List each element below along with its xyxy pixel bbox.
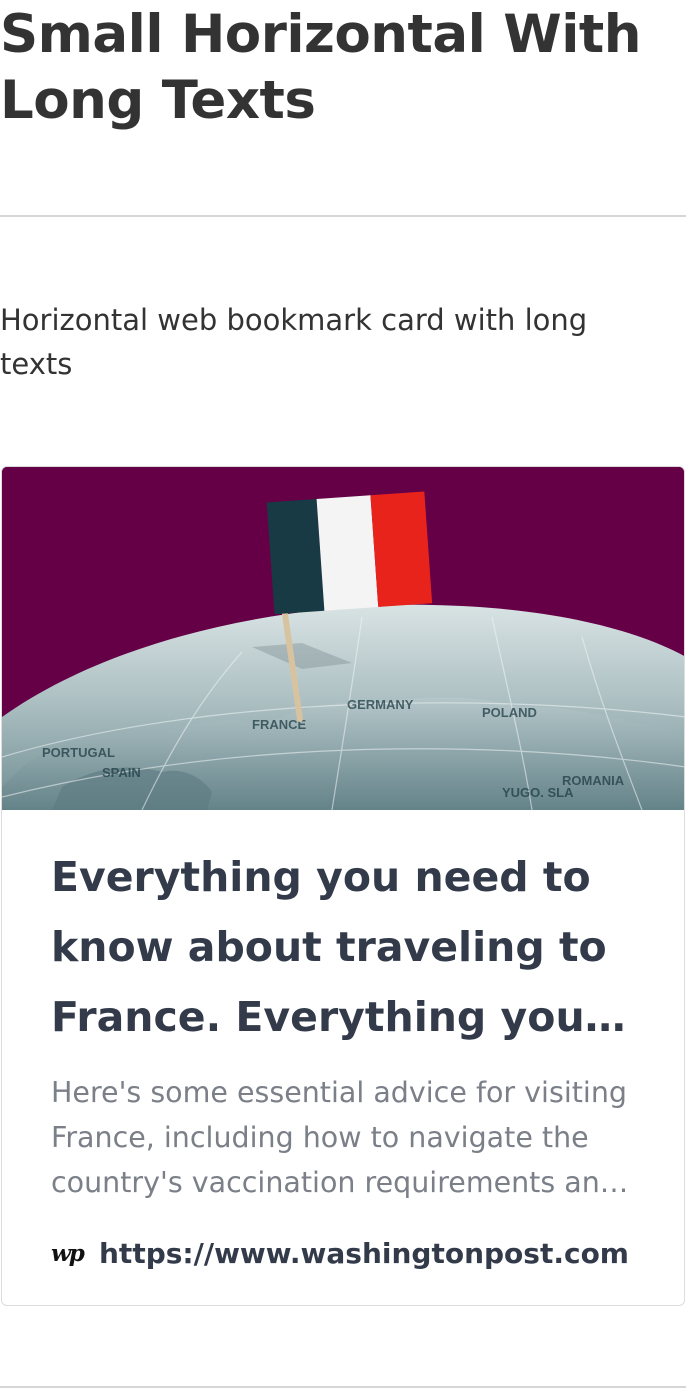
- bookmark-card-body: Everything you need to know about travel…: [51, 810, 641, 1275]
- svg-text:POLAND: POLAND: [482, 705, 537, 720]
- svg-text:YUGO. SLA: YUGO. SLA: [502, 785, 574, 800]
- page-title: Small Horizontal With Long Texts: [0, 4, 641, 131]
- bookmark-card-title[interactable]: Everything you need to know about travel…: [51, 810, 641, 1052]
- svg-text:GERMANY: GERMANY: [347, 697, 414, 712]
- bookmark-card-meta: wp https://www.washingtonpost.com: [51, 1231, 641, 1275]
- bookmark-card-url[interactable]: https://www.washingtonpost.com: [99, 1237, 633, 1270]
- publisher-logo-icon: wp: [51, 1239, 85, 1267]
- globe-with-french-flag-icon: FRANCE GERMANY POLAND SPAIN ROMANIA YUGO…: [2, 467, 684, 810]
- svg-text:PORTUGAL: PORTUGAL: [42, 745, 115, 760]
- bookmark-card-image: FRANCE GERMANY POLAND SPAIN ROMANIA YUGO…: [2, 467, 684, 810]
- section-description: Horizontal web bookmark card with long t…: [0, 303, 588, 381]
- bookmark-card[interactable]: FRANCE GERMANY POLAND SPAIN ROMANIA YUGO…: [1, 466, 685, 1306]
- bottom-divider: [0, 1386, 686, 1388]
- top-divider: [0, 215, 686, 217]
- svg-text:SPAIN: SPAIN: [102, 765, 141, 780]
- bookmark-card-excerpt: Here's some essential advice for visitin…: [51, 1076, 627, 1199]
